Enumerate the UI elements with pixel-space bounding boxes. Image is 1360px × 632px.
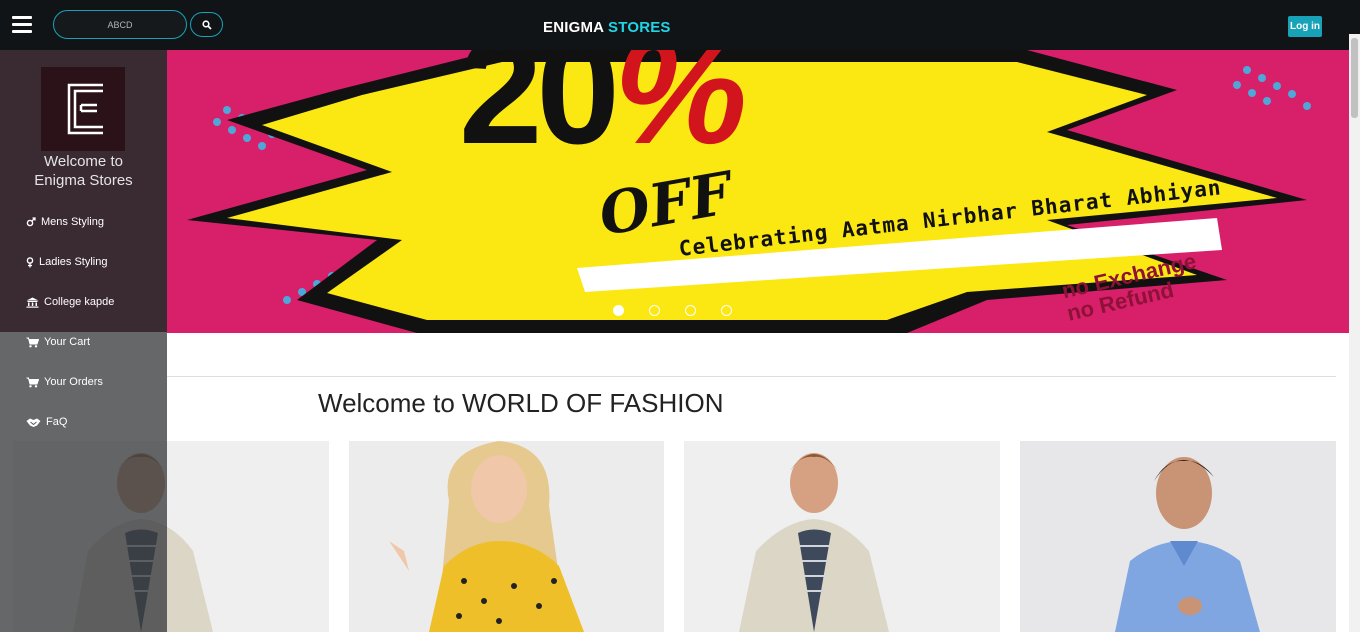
- carousel-dot-4[interactable]: [721, 305, 732, 316]
- promo-carousel[interactable]: 20% OFF Celebrating Aatma Nirbhar Bharat…: [167, 50, 1349, 333]
- search-input[interactable]: [53, 10, 187, 39]
- carousel-dot-1[interactable]: [613, 305, 624, 316]
- search-button[interactable]: [190, 12, 223, 37]
- woman-in-yellow-polka-dot-top-photo: [349, 441, 664, 632]
- sidebar-item-ladies-styling[interactable]: Ladies Styling: [26, 252, 108, 272]
- man-in-beige-blazer-photo: [684, 441, 1000, 632]
- banner-discount-number: 20%: [459, 50, 747, 166]
- page-title: Welcome to WORLD OF FASHION: [318, 388, 724, 418]
- product-card-4[interactable]: [1020, 441, 1336, 632]
- male-icon: [26, 217, 36, 227]
- man-in-blue-shirt-photo: [1020, 441, 1336, 632]
- cart-icon: [26, 377, 39, 387]
- carousel-dot-3[interactable]: [685, 305, 696, 316]
- banner-percent-sign: %: [613, 50, 747, 175]
- sidebar-item-label: College kapde: [44, 296, 115, 308]
- sidebar-item-your-cart[interactable]: Your Cart: [26, 332, 90, 352]
- sidebar-item-mens-styling[interactable]: Mens Styling: [26, 212, 104, 232]
- sidebar-item-label: Your Cart: [44, 336, 91, 348]
- sidebar-item-label: Mens Styling: [41, 216, 104, 228]
- top-navbar: ENIGMA STORES Log in: [0, 0, 1360, 50]
- login-button[interactable]: Log in: [1288, 16, 1322, 37]
- product-card-3[interactable]: [684, 441, 1000, 632]
- page-scrollbar[interactable]: [1349, 34, 1360, 632]
- product-card-2[interactable]: [349, 441, 664, 632]
- sidebar-item-college-kapde[interactable]: College kapde: [26, 292, 114, 312]
- handshake-icon: [26, 418, 41, 427]
- scrollbar-thumb[interactable]: [1351, 38, 1358, 118]
- sidebar-welcome-text: Welcome to Enigma Stores: [34, 153, 133, 189]
- brand-logo-text[interactable]: ENIGMA STORES: [543, 19, 671, 36]
- sidebar-item-your-orders[interactable]: Your Orders: [26, 372, 103, 392]
- carousel-indicators: [613, 305, 757, 316]
- sidebar-item-label: Ladies Styling: [39, 256, 108, 268]
- enigma-e-logo-icon: [67, 83, 103, 135]
- enigma-logo: [41, 67, 125, 151]
- search-icon: [201, 19, 212, 30]
- carousel-dot-2[interactable]: [649, 305, 660, 316]
- hamburger-menu-icon[interactable]: [12, 16, 32, 34]
- sidebar-item-label: FaQ: [46, 416, 68, 428]
- brand-main: ENIGMA: [543, 19, 604, 36]
- university-icon: [26, 297, 39, 308]
- side-navigation: Welcome to Enigma Stores Mens Styling La…: [0, 50, 167, 632]
- brand-accent: STORES: [608, 19, 671, 36]
- cart-icon: [26, 337, 39, 347]
- section-divider: [167, 376, 1336, 377]
- female-icon: [26, 256, 34, 267]
- page: { "navbar": { "search_placeholder": "ABC…: [0, 0, 1360, 632]
- sidebar-item-label: Your Orders: [44, 376, 103, 388]
- sidebar-item-faq[interactable]: FaQ: [26, 412, 67, 432]
